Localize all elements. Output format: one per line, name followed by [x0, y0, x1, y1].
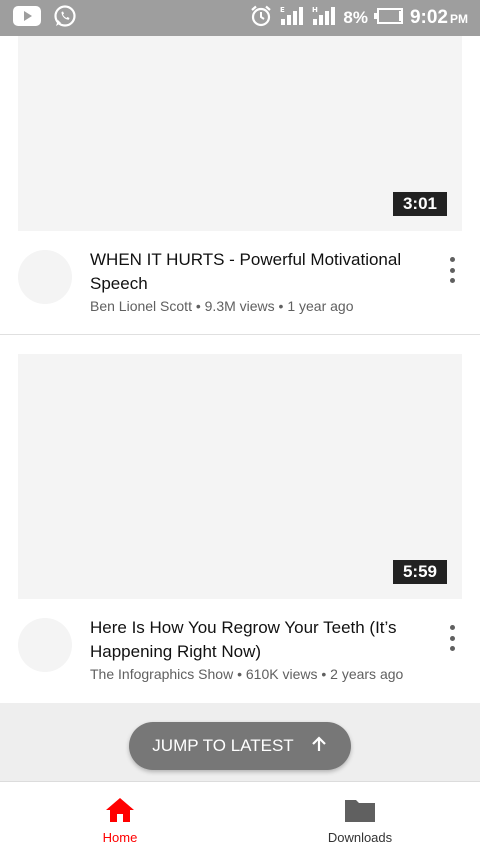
bottom-navigation: Home Downloads [0, 781, 480, 855]
home-icon [105, 796, 135, 824]
video-duration: 5:59 [392, 560, 447, 584]
svg-text:E: E [280, 6, 285, 14]
video-thumbnail[interactable]: 5:59 [18, 354, 462, 599]
video-thumbnail[interactable]: 3:01 [18, 36, 462, 231]
svg-text:H: H [312, 6, 318, 14]
channel-avatar[interactable] [18, 250, 72, 304]
more-options-icon[interactable] [442, 257, 462, 283]
nav-home[interactable]: Home [40, 782, 200, 855]
divider [0, 334, 480, 335]
signal-e-icon: E [279, 5, 305, 32]
battery-icon [373, 7, 404, 30]
nav-downloads-label: Downloads [327, 830, 393, 845]
video-meta: The Infographics Show • 610K views • 2 y… [90, 666, 404, 682]
jump-to-latest-button[interactable]: JUMP TO LATEST [129, 722, 351, 770]
jump-to-latest-label: JUMP TO LATEST [152, 736, 294, 755]
video-title[interactable]: Here Is How You Regrow Your Teeth (It’s … [90, 616, 425, 664]
arrow-up-icon [310, 735, 328, 758]
video-title[interactable]: WHEN IT HURTS - Powerful Motivational Sp… [90, 248, 425, 296]
youtube-notification-icon [13, 5, 41, 31]
whatsapp-notification-icon [53, 4, 77, 33]
more-options-icon[interactable] [442, 625, 462, 651]
video-feed[interactable]: 3:01 WHEN IT HURTS - Powerful Motivation… [0, 36, 480, 781]
folder-icon [344, 796, 376, 824]
battery-percent: 8% [343, 8, 368, 27]
channel-avatar[interactable] [18, 618, 72, 672]
clock-ampm: PM [450, 12, 468, 26]
status-bar: E H 8% 9:02 PM [0, 0, 480, 36]
video-duration: 3:01 [392, 192, 447, 216]
nav-downloads[interactable]: Downloads [280, 782, 440, 855]
alarm-icon [249, 4, 273, 33]
signal-h-icon: H [311, 5, 337, 32]
clock-time: 9:02 [409, 7, 448, 28]
video-meta: Ben Lionel Scott • 9.3M views • 1 year a… [90, 298, 354, 314]
nav-home-label: Home [102, 830, 138, 845]
clock: 9:02 PM [410, 7, 468, 29]
